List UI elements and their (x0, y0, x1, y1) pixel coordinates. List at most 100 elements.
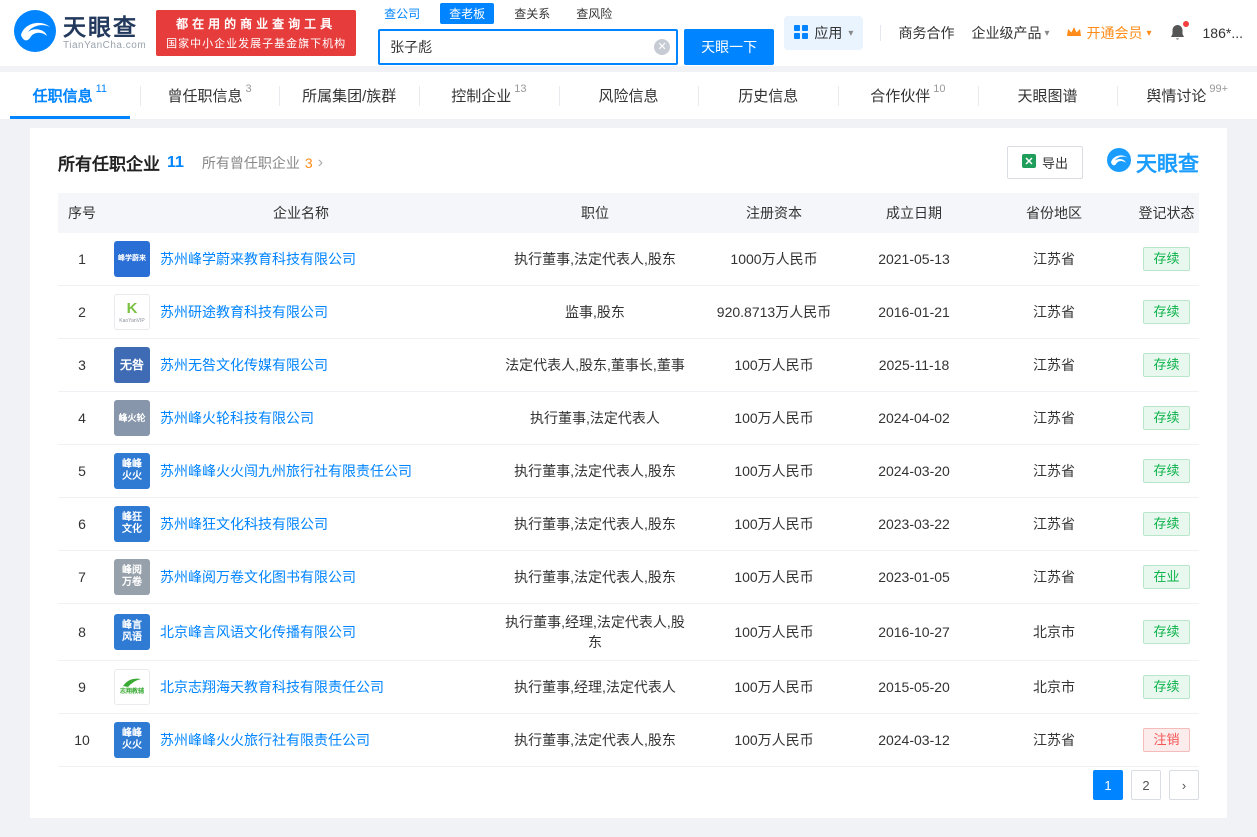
founded-date-cell: 2024-03-12 (854, 714, 974, 767)
status-badge: 存续 (1143, 620, 1189, 645)
registered-capital-cell: 100万人民币 (694, 604, 854, 661)
chevron-right-icon: › (318, 155, 323, 171)
company-link[interactable]: 北京志翔海天教育科技有限责任公司 (160, 677, 384, 697)
row-index: 9 (58, 661, 106, 714)
business-coop-link[interactable]: 商务合作 (898, 23, 954, 43)
company-link[interactable]: 苏州峰火轮科技有限公司 (160, 408, 314, 428)
pagination: 12 › (1093, 770, 1199, 800)
founded-date-cell: 2023-01-05 (854, 551, 974, 604)
nav-tab-label: 任职信息 (33, 85, 93, 106)
nav-tab-label: 历史信息 (738, 85, 798, 106)
position-cell: 执行董事,法定代表人,股东 (496, 551, 694, 604)
search-tab[interactable]: 查风险 (570, 3, 618, 24)
export-button[interactable]: 导出 (1007, 146, 1083, 179)
row-index: 5 (58, 445, 106, 498)
company-link[interactable]: 苏州无咎文化传媒有限公司 (160, 355, 328, 375)
status-badge: 存续 (1143, 300, 1189, 325)
nav-tab[interactable]: 所属集团/族群 (279, 72, 419, 119)
nav-tab[interactable]: 任职信息11 (0, 72, 140, 119)
nav-tab-label: 风险信息 (599, 85, 659, 106)
status-badge: 存续 (1143, 512, 1189, 537)
company-cell: 峰言风语北京峰言风语文化传播有限公司 (106, 604, 496, 661)
pagination-next[interactable]: › (1169, 770, 1199, 800)
company-link[interactable]: 苏州研途教育科技有限公司 (160, 302, 328, 322)
search-tab[interactable]: 查公司 (378, 3, 426, 24)
clear-icon[interactable]: ✕ (654, 39, 670, 55)
registered-capital-cell: 100万人民币 (694, 339, 854, 392)
user-account[interactable]: 186*... (1203, 25, 1243, 41)
nav-tab[interactable]: 控制企业13 (419, 72, 559, 119)
table-row: 2KKaoYanVIP苏州研途教育科技有限公司监事,股东920.8713万人民币… (58, 286, 1199, 339)
brand-logo[interactable]: 天眼查 TianYanCha.com (14, 10, 146, 57)
nav-tab[interactable]: 合作伙伴10 (838, 72, 978, 119)
company-link[interactable]: 苏州峰狂文化科技有限公司 (160, 514, 328, 534)
nav-tab-label: 所属集团/族群 (302, 85, 396, 106)
status-badge: 存续 (1143, 247, 1189, 272)
status-badge: 存续 (1143, 675, 1189, 700)
pagination-page[interactable]: 2 (1131, 770, 1161, 800)
nav-tab[interactable]: 历史信息 (698, 72, 838, 119)
nav-tab[interactable]: 曾任职信息3 (140, 72, 280, 119)
company-link[interactable]: 苏州峰峰火火闯九州旅行社有限责任公司 (160, 461, 412, 481)
brand-domain: TianYanCha.com (63, 40, 146, 51)
nav-tab-count: 13 (514, 83, 526, 95)
company-link[interactable]: 北京峰言风语文化传播有限公司 (160, 622, 356, 642)
founded-date-cell: 2016-01-21 (854, 286, 974, 339)
search-tab[interactable]: 查老板 (440, 3, 494, 24)
tianyancha-watermark: 天眼查 (1107, 148, 1199, 178)
position-cell: 执行董事,法定代表人,股东 (496, 445, 694, 498)
crown-icon (1066, 25, 1082, 41)
position-cell: 执行董事,法定代表人,股东 (496, 714, 694, 767)
vip-upgrade-link[interactable]: 开通会员 ▾ (1066, 23, 1151, 43)
nav-tab-label: 控制企业 (451, 85, 511, 106)
nav-tab[interactable]: 舆情讨论99+ (1117, 72, 1257, 119)
pagination-page[interactable]: 1 (1093, 770, 1123, 800)
nav-tab[interactable]: 天眼图谱 (978, 72, 1118, 119)
nav-tab-count: 99+ (1209, 83, 1228, 95)
column-header: 职位 (496, 193, 694, 233)
search-input[interactable] (378, 29, 678, 65)
company-cell: 峰峰火火苏州峰峰火火旅行社有限责任公司 (106, 714, 496, 767)
positions-table: 序号企业名称职位注册资本成立日期省份地区登记状态 1峰学蔚来苏州峰学蔚来教育科技… (58, 193, 1199, 767)
search-button[interactable]: 天眼一下 (684, 29, 774, 65)
status-badge: 存续 (1143, 459, 1189, 484)
table-row: 10峰峰火火苏州峰峰火火旅行社有限责任公司执行董事,法定代表人,股东100万人民… (58, 714, 1199, 767)
former-positions-label: 所有曾任职企业 (202, 153, 300, 173)
nav-tabs-bar: 任职信息11曾任职信息3所属集团/族群控制企业13风险信息历史信息合作伙伴10天… (0, 72, 1257, 120)
company-link[interactable]: 苏州峰学蔚来教育科技有限公司 (160, 249, 356, 269)
founded-date-cell: 2015-05-20 (854, 661, 974, 714)
apps-menu[interactable]: 应用 ▾ (784, 16, 863, 50)
table-row: 1峰学蔚来苏州峰学蔚来教育科技有限公司执行董事,法定代表人,股东1000万人民币… (58, 233, 1199, 286)
search-tab[interactable]: 查关系 (508, 3, 556, 24)
company-logo: 峰言风语 (114, 614, 150, 650)
divider (880, 25, 881, 41)
registered-capital-cell: 1000万人民币 (694, 233, 854, 286)
column-header: 序号 (58, 193, 106, 233)
position-cell: 法定代表人,股东,董事长,董事 (496, 339, 694, 392)
notification-bell-icon[interactable] (1169, 24, 1186, 42)
founded-date-cell: 2025-11-18 (854, 339, 974, 392)
nav-tab[interactable]: 风险信息 (559, 72, 699, 119)
province-cell: 江苏省 (974, 714, 1134, 767)
row-index: 3 (58, 339, 106, 392)
notification-dot (1183, 21, 1189, 27)
nav-tab-count: 11 (96, 83, 107, 95)
status-cell: 存续 (1134, 604, 1199, 661)
chevron-down-icon: ▾ (1146, 28, 1151, 39)
company-link[interactable]: 苏州峰阅万卷文化图书有限公司 (160, 567, 356, 587)
table-row: 9志翔教辅北京志翔海天教育科技有限责任公司执行董事,经理,法定代表人100万人民… (58, 661, 1199, 714)
company-logo: 峰狂文化 (114, 506, 150, 542)
former-positions-link[interactable]: 所有曾任职企业 3 › (202, 153, 323, 173)
position-cell: 执行董事,法定代表人,股东 (496, 498, 694, 551)
enterprise-product-link[interactable]: 企业级产品 ▾ (971, 23, 1049, 43)
tianyancha-watermark-text: 天眼查 (1136, 148, 1199, 178)
company-cell: 无咎苏州无咎文化传媒有限公司 (106, 339, 496, 392)
company-link[interactable]: 苏州峰峰火火旅行社有限责任公司 (160, 730, 370, 750)
nav-tab-label: 天眼图谱 (1018, 85, 1078, 106)
status-cell: 存续 (1134, 233, 1199, 286)
vip-label: 开通会员 (1086, 23, 1142, 43)
company-logo: 峰火轮 (114, 400, 150, 436)
tianyancha-logo-icon (14, 10, 56, 57)
province-cell: 北京市 (974, 604, 1134, 661)
province-cell: 江苏省 (974, 445, 1134, 498)
